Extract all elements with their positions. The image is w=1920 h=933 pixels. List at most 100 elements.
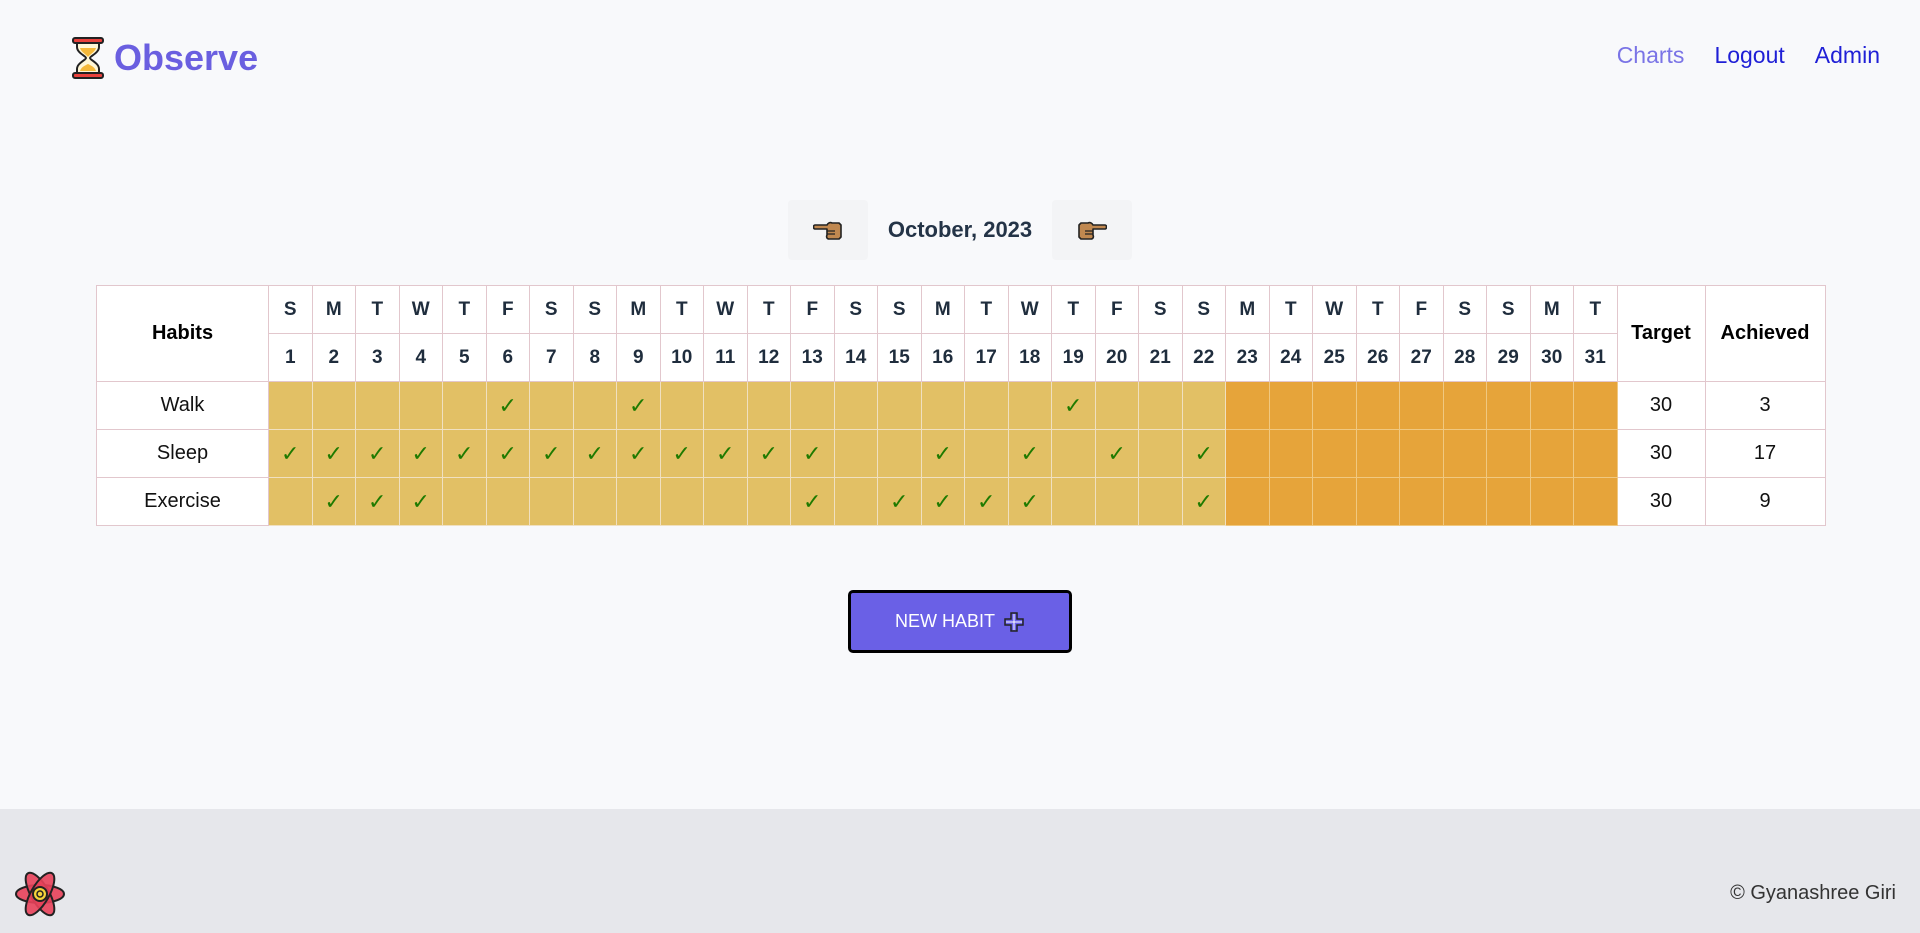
habit-day-cell[interactable]: ✓ [311, 477, 356, 526]
habit-name[interactable]: Walk [96, 381, 269, 430]
habit-day-cell[interactable] [1051, 429, 1096, 478]
habit-day-cell[interactable] [703, 381, 748, 430]
habit-day-cell[interactable] [964, 429, 1009, 478]
habit-day-cell[interactable] [529, 477, 574, 526]
prev-month-button[interactable] [787, 200, 868, 260]
habit-day-cell[interactable] [1138, 429, 1183, 478]
brand[interactable]: Observe [70, 36, 258, 80]
checkmark-icon: ✓ [1020, 440, 1039, 466]
habit-day-cell[interactable] [398, 381, 443, 430]
habit-name[interactable]: Sleep [96, 429, 269, 478]
next-month-button[interactable] [1052, 200, 1133, 260]
habit-day-cell[interactable]: ✓ [355, 429, 400, 478]
habit-day-cell[interactable] [833, 381, 878, 430]
habit-day-cell [1355, 477, 1400, 526]
habit-day-cell[interactable] [268, 477, 313, 526]
weekday-header: T [1355, 285, 1400, 334]
day-number-header: 21 [1138, 333, 1183, 382]
habit-day-cell[interactable]: ✓ [790, 429, 835, 478]
habit-day-cell [1312, 429, 1357, 478]
habit-day-cell[interactable]: ✓ [311, 429, 356, 478]
habit-day-cell[interactable]: ✓ [1051, 381, 1096, 430]
habit-day-cell[interactable]: ✓ [877, 477, 922, 526]
habit-day-cell [1268, 381, 1313, 430]
nav-logout-link[interactable]: Logout [1714, 42, 1784, 69]
checkmark-icon: ✓ [629, 392, 648, 418]
habit-day-cell[interactable] [1138, 477, 1183, 526]
habit-day-cell[interactable] [1007, 381, 1052, 430]
habit-day-cell[interactable]: ✓ [355, 477, 400, 526]
nav-admin-link[interactable]: Admin [1815, 42, 1880, 69]
checkmark-icon: ✓ [324, 488, 343, 514]
checkmark-icon: ✓ [933, 440, 952, 466]
habit-day-cell[interactable] [790, 381, 835, 430]
day-number-header: 13 [790, 333, 835, 382]
day-number-header: 2 [311, 333, 356, 382]
weekday-header: W [398, 285, 443, 334]
habit-day-cell[interactable]: ✓ [1007, 429, 1052, 478]
new-habit-button[interactable]: NEW HABIT [848, 590, 1072, 653]
day-number-header: 14 [833, 333, 878, 382]
habit-day-cell[interactable] [920, 381, 965, 430]
habit-day-cell[interactable]: ✓ [659, 429, 704, 478]
habit-day-cell[interactable]: ✓ [1094, 429, 1139, 478]
habit-day-cell[interactable]: ✓ [746, 429, 791, 478]
habit-day-cell[interactable] [485, 477, 530, 526]
habit-day-cell[interactable] [442, 381, 487, 430]
weekday-header: M [616, 285, 661, 334]
habit-day-cell[interactable]: ✓ [485, 381, 530, 430]
habit-achieved: 9 [1704, 477, 1826, 526]
habit-day-cell[interactable] [703, 477, 748, 526]
habit-day-cell[interactable] [268, 381, 313, 430]
habit-day-cell[interactable]: ✓ [790, 477, 835, 526]
habit-day-cell[interactable] [442, 477, 487, 526]
weekday-header: S [833, 285, 878, 334]
checkmark-icon: ✓ [324, 440, 343, 466]
habit-day-cell[interactable] [964, 381, 1009, 430]
habit-day-cell[interactable] [1181, 381, 1226, 430]
habit-day-cell[interactable]: ✓ [398, 429, 443, 478]
habit-day-cell[interactable] [1138, 381, 1183, 430]
weekday-header: F [790, 285, 835, 334]
day-number-header: 29 [1486, 333, 1531, 382]
habit-day-cell[interactable]: ✓ [572, 429, 617, 478]
weekday-header: S [572, 285, 617, 334]
habit-day-cell[interactable]: ✓ [398, 477, 443, 526]
habit-day-cell[interactable] [616, 477, 661, 526]
habit-day-cell[interactable]: ✓ [964, 477, 1009, 526]
brand-title: Observe [114, 37, 259, 78]
habit-day-cell[interactable]: ✓ [616, 429, 661, 478]
habit-day-cell[interactable] [833, 429, 878, 478]
habit-day-cell[interactable] [355, 381, 400, 430]
habit-day-cell[interactable] [877, 429, 922, 478]
habit-day-cell[interactable] [1094, 381, 1139, 430]
habit-day-cell[interactable]: ✓ [485, 429, 530, 478]
habit-day-cell[interactable]: ✓ [616, 381, 661, 430]
habit-day-cell[interactable] [659, 477, 704, 526]
day-number-header: 10 [659, 333, 704, 382]
habit-day-cell[interactable] [877, 381, 922, 430]
habit-day-cell[interactable] [1051, 477, 1096, 526]
habit-day-cell[interactable] [746, 477, 791, 526]
habit-day-cell[interactable] [311, 381, 356, 430]
habit-name[interactable]: Exercise [96, 477, 269, 526]
habit-day-cell[interactable] [572, 477, 617, 526]
habit-day-cell[interactable]: ✓ [529, 429, 574, 478]
habit-day-cell[interactable]: ✓ [442, 429, 487, 478]
nav-charts-link[interactable]: Charts [1617, 42, 1685, 69]
habit-day-cell[interactable]: ✓ [268, 429, 313, 478]
checkmark-icon: ✓ [411, 440, 430, 466]
habit-day-cell[interactable] [529, 381, 574, 430]
habit-day-cell[interactable]: ✓ [703, 429, 748, 478]
habit-day-cell[interactable]: ✓ [920, 429, 965, 478]
day-number-header: 20 [1094, 333, 1139, 382]
habit-day-cell[interactable]: ✓ [1181, 477, 1226, 526]
habit-day-cell[interactable] [1094, 477, 1139, 526]
habit-day-cell[interactable]: ✓ [1007, 477, 1052, 526]
habit-day-cell[interactable] [659, 381, 704, 430]
habit-day-cell[interactable]: ✓ [1181, 429, 1226, 478]
habit-day-cell[interactable]: ✓ [920, 477, 965, 526]
habit-day-cell[interactable] [833, 477, 878, 526]
habit-day-cell[interactable] [746, 381, 791, 430]
habit-day-cell[interactable] [572, 381, 617, 430]
